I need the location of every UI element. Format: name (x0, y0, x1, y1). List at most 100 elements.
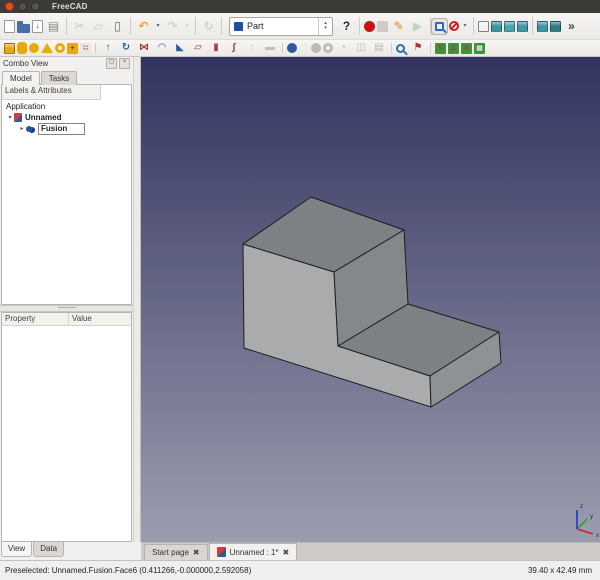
toolbar-separator (430, 17, 431, 35)
part-loft-icon[interactable]: ▮ (208, 42, 224, 55)
toolbar-standard: ↓▤✂▱▯↶▾↷▾↻ Part ▴ ▾ ?✎▶▾» (0, 13, 600, 40)
part-revolve-icon[interactable]: ↻ (118, 42, 134, 55)
part-box-icon[interactable] (4, 43, 15, 54)
mdi-tab-label: Start page (152, 548, 189, 557)
part-thickness-icon[interactable]: ▬ (262, 42, 278, 55)
part-check-geometry-icon[interactable] (396, 44, 405, 53)
part-ruled-surface-icon[interactable]: ▱ (190, 42, 206, 55)
part-cross-sections-icon[interactable]: ◫ (353, 42, 369, 55)
close-button[interactable] (5, 2, 14, 11)
toolbar-separator (359, 17, 360, 35)
tree-item-application[interactable]: Application (2, 101, 131, 112)
view-right-icon[interactable] (517, 21, 528, 32)
panel-splitter[interactable] (0, 305, 133, 312)
part-mirror-icon[interactable]: ⋈ (136, 42, 152, 55)
part-cylinder-icon[interactable] (17, 42, 27, 54)
tab-tasks[interactable]: Tasks (41, 71, 77, 85)
property-column-header: Property (2, 313, 69, 325)
axis-z-label: z (580, 504, 583, 510)
workbench-selector[interactable]: Part ▴ ▾ (229, 17, 333, 36)
tree-item-unnamed[interactable]: ▾Unnamed (2, 112, 131, 123)
workbench-selector-spinner[interactable]: ▴ ▾ (318, 18, 332, 35)
print-icon[interactable]: ▤ (45, 18, 62, 35)
property-header: Property Value (2, 313, 131, 326)
save-icon[interactable]: ↓ (32, 20, 43, 33)
paste-icon[interactable]: ▯ (109, 18, 126, 35)
mdi-tab-start-page[interactable]: Start page ✖ (144, 544, 208, 560)
part-offset-icon[interactable]: ↑ (244, 42, 260, 55)
view-front-icon[interactable] (491, 21, 502, 32)
tree-column-header: Labels & Attributes (2, 85, 101, 100)
part-sweep-icon[interactable]: ∫ (226, 42, 242, 55)
draw-style-menu-icon[interactable]: ▾ (461, 18, 469, 35)
tab-data[interactable]: Data (33, 542, 64, 557)
part-common-icon[interactable] (323, 43, 333, 53)
mdi-tab-unnamed-1[interactable]: Unnamed : 1*✖ (209, 543, 298, 560)
whats-this-icon[interactable]: ? (338, 18, 355, 35)
part-shape-builder-icon[interactable]: ∷ (80, 43, 91, 54)
undo-menu-icon[interactable]: ▾ (154, 18, 162, 35)
maximize-button[interactable] (31, 2, 40, 11)
tree-item-label: Application (6, 102, 45, 111)
part-compound-icon[interactable]: ▤ (371, 42, 387, 55)
spinner-down-icon[interactable]: ▾ (324, 26, 327, 31)
refresh-icon[interactable]: ↻ (200, 18, 217, 35)
part-extrude-icon[interactable]: ↑ (100, 42, 116, 55)
part-chamfer-icon[interactable]: ◣ (172, 42, 188, 55)
panel-float-icon[interactable]: ◻ (106, 58, 117, 69)
part-cone-icon[interactable] (41, 43, 53, 53)
axis-x-arrow (577, 529, 593, 534)
measure-linear-icon[interactable]: ✎ (435, 43, 446, 54)
panel-close-icon[interactable]: × (119, 58, 130, 69)
measure-toggle-all-icon[interactable]: ▦ (474, 43, 485, 54)
vertical-splitter[interactable] (133, 57, 141, 542)
measure-angular-icon[interactable]: ∠ (448, 43, 459, 54)
tree-expand-icon[interactable]: ▾ (6, 114, 14, 121)
tab-close-icon[interactable]: ✖ (283, 548, 290, 557)
macro-edit-icon[interactable]: ✎ (390, 18, 407, 35)
part-section-icon[interactable]: ◔ (335, 42, 351, 55)
toolbar-separator (391, 43, 392, 54)
view-rear-icon[interactable] (537, 21, 548, 32)
title-bar: FreeCAD (0, 0, 600, 13)
tab-view[interactable]: View (1, 542, 32, 557)
part-boolean-icon[interactable] (287, 43, 297, 53)
redo-icon[interactable]: ↷ (164, 18, 181, 35)
view-top-icon[interactable] (504, 21, 515, 32)
tab-model[interactable]: Model (2, 71, 40, 85)
tree-expand-icon[interactable]: ▸ (18, 125, 26, 132)
toolbar-separator (532, 17, 533, 35)
part-cut-icon[interactable] (299, 43, 309, 53)
new-file-icon[interactable] (4, 20, 15, 33)
part-sphere-icon[interactable] (29, 43, 39, 53)
3d-viewport[interactable]: xyz (141, 57, 600, 542)
view-axonometric-icon[interactable] (478, 21, 489, 32)
part-fillet-icon[interactable]: ◠ (154, 42, 170, 55)
toolbar-separator (95, 43, 96, 54)
part-create-primitives-icon[interactable]: + (67, 43, 78, 54)
open-file-icon[interactable] (17, 24, 30, 33)
tab-close-icon[interactable]: ✖ (193, 548, 200, 557)
toolbar-overflow-icon[interactable]: » (563, 18, 580, 35)
macro-play-icon[interactable]: ▶ (409, 18, 426, 35)
toolbar-separator (130, 17, 131, 35)
measure-clear-all-icon[interactable]: × (461, 43, 472, 54)
toolbar-separator (282, 43, 283, 54)
axis-x-label: x (596, 533, 599, 539)
model-tree: Labels & Attributes Application▾Unnamed▸… (1, 84, 132, 305)
value-column-header: Value (69, 313, 131, 325)
undo-icon[interactable]: ↶ (135, 18, 152, 35)
part-union-icon[interactable] (311, 43, 321, 53)
view-fit-icon[interactable] (435, 22, 444, 31)
part-defeaturing-icon[interactable]: ⚑ (410, 42, 426, 55)
cut-icon[interactable]: ✂ (71, 18, 88, 35)
copy-icon[interactable]: ▱ (90, 18, 107, 35)
minimize-button[interactable] (18, 2, 27, 11)
redo-menu-icon[interactable]: ▾ (183, 18, 191, 35)
macro-record-icon[interactable] (364, 21, 375, 32)
part-torus-icon[interactable] (55, 43, 65, 53)
draw-style-icon[interactable] (449, 21, 459, 31)
view-left-icon[interactable] (550, 21, 561, 32)
tree-item-fusion[interactable]: ▸Fusion (2, 123, 131, 134)
macro-stop-icon[interactable] (377, 21, 388, 32)
